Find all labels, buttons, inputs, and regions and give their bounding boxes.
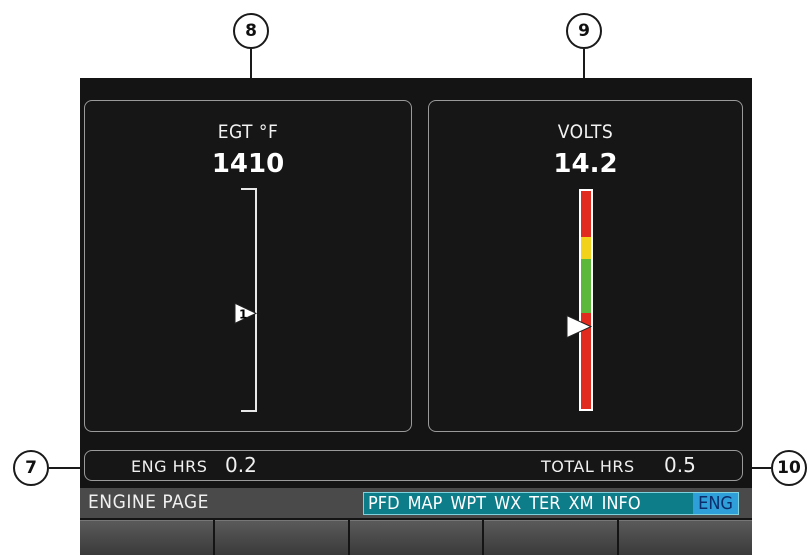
tab-info[interactable]: INFO — [598, 493, 645, 514]
softkey-4[interactable] — [484, 520, 618, 555]
volts-gauge-panel: VOLTS 14.2 — [428, 100, 743, 432]
softkey-2[interactable] — [214, 520, 348, 555]
tab-wpt[interactable]: WPT — [446, 493, 490, 514]
tab-pfd[interactable]: PFD — [364, 493, 404, 514]
tab-eng[interactable]: ENG — [693, 493, 738, 514]
callout-9: 9 — [566, 13, 602, 49]
tab-wx[interactable]: WX — [490, 493, 525, 514]
tab-xm[interactable]: XM — [565, 493, 598, 514]
softkey-row — [80, 520, 752, 555]
eng-hrs-value: 0.2 — [225, 453, 257, 477]
page-group-tabs: PFD MAP WPT WX TER XM INFO ENG — [363, 492, 739, 515]
softkey-5[interactable] — [619, 520, 752, 555]
callout-7: 7 — [13, 450, 49, 486]
page-nav-bar: ENGINE PAGE PFD MAP WPT WX TER XM INFO E… — [80, 488, 752, 518]
egt-pointer-label: 1 — [239, 307, 247, 321]
volts-scale — [566, 189, 593, 411]
volts-band-red-top — [581, 191, 591, 237]
total-hrs-label: TOTAL HRS — [541, 457, 635, 476]
egt-scale-bracket — [241, 188, 257, 412]
volts-band-green — [581, 259, 591, 313]
tab-map[interactable]: MAP — [404, 493, 447, 514]
egt-scale: 1 — [234, 188, 258, 412]
egt-gauge-panel: EGT °F 1410 1 — [84, 100, 412, 432]
total-hrs-value: 0.5 — [664, 453, 696, 477]
egt-pointer: 1 — [234, 302, 258, 325]
callout-10: 10 — [771, 450, 807, 486]
engine-hours-bar: ENG HRS 0.2 TOTAL HRS 0.5 — [84, 450, 743, 481]
page-title: ENGINE PAGE — [88, 491, 209, 513]
engine-display: EGT °F 1410 1 VOLTS 14.2 ENG HRS 0.2 TOT… — [80, 78, 752, 555]
volts-band-yellow — [581, 237, 591, 259]
eng-hrs-label: ENG HRS — [131, 457, 208, 476]
softkey-3[interactable] — [349, 520, 483, 555]
callout-8: 8 — [233, 13, 269, 49]
tab-ter[interactable]: TER — [525, 493, 564, 514]
softkey-1[interactable] — [80, 520, 213, 555]
